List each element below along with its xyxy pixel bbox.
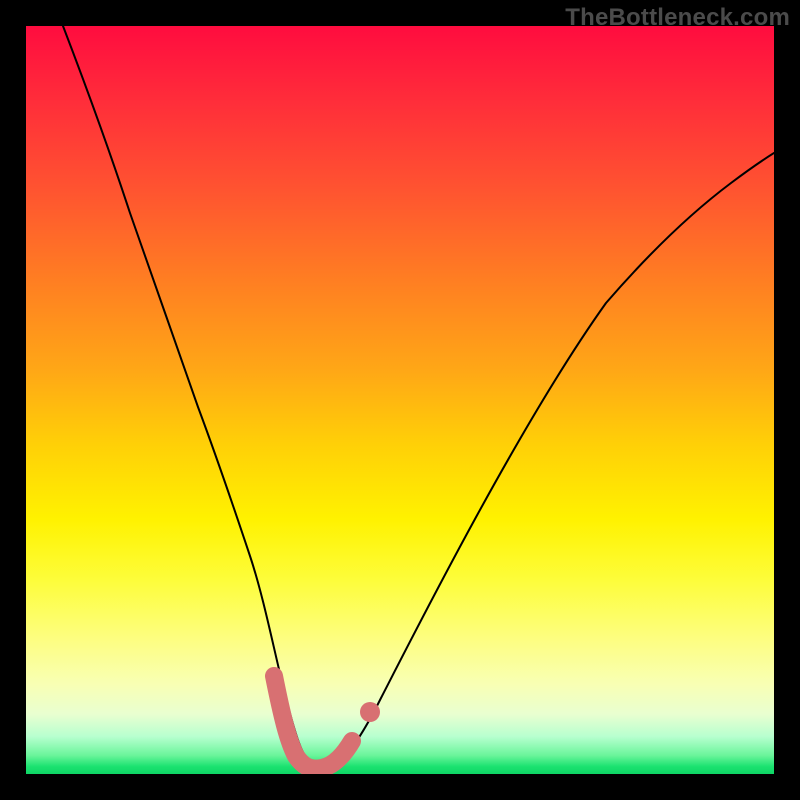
bottleneck-curve (63, 26, 774, 769)
chart-frame: TheBottleneck.com (0, 0, 800, 800)
watermark-text: TheBottleneck.com (565, 4, 790, 32)
bottleneck-highlight-dot (360, 702, 380, 722)
plot-area (26, 26, 774, 774)
plot-svg (26, 26, 774, 774)
bottleneck-highlight-band (274, 676, 352, 769)
